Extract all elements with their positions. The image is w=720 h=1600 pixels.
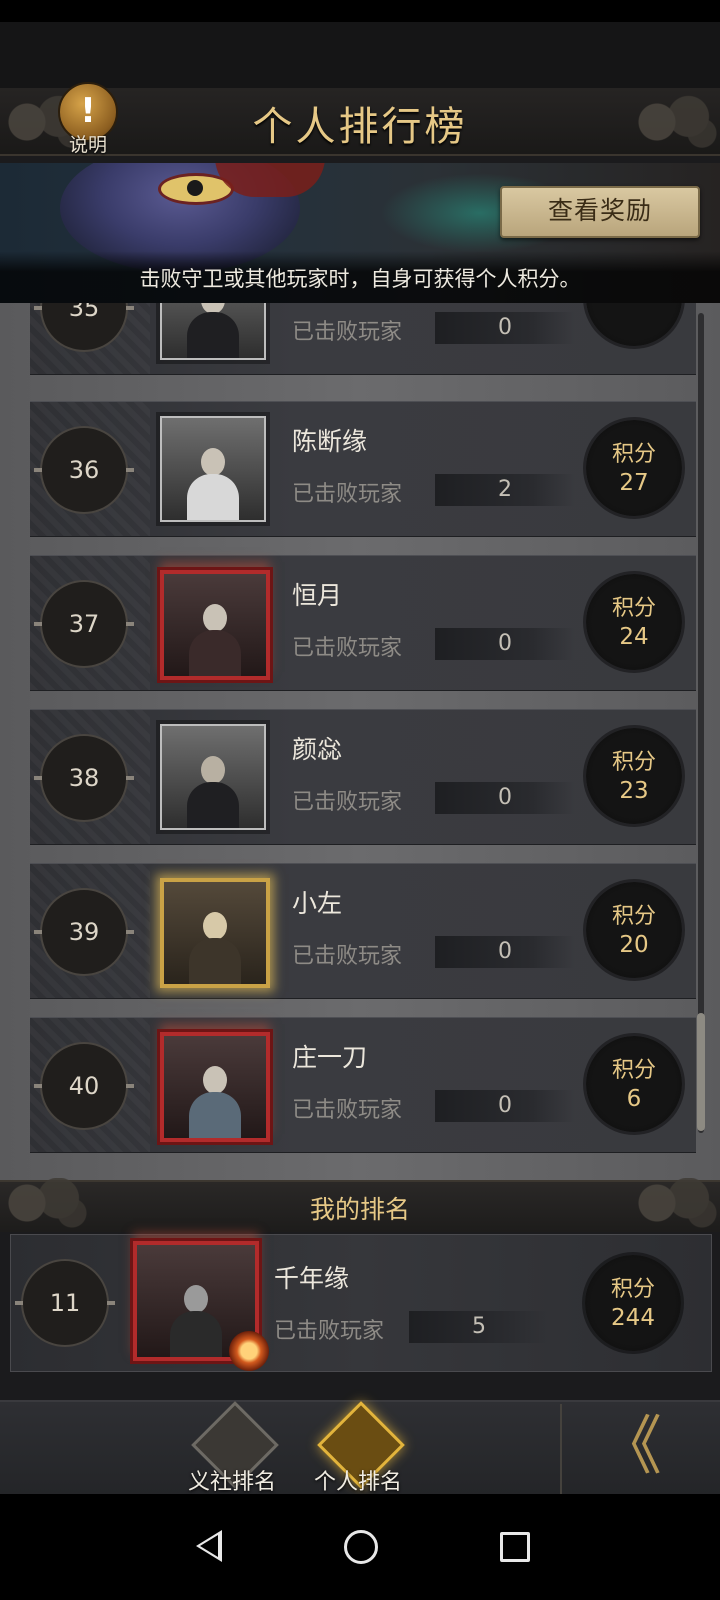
score-label: 积分 xyxy=(610,1277,655,1302)
ranking-row[interactable]: 37 恒月 已击败玩家 0 积分 24 xyxy=(30,555,696,691)
score-badge: 积分 24 xyxy=(586,574,682,670)
cloud-ornament-right xyxy=(630,1178,720,1228)
player-name: 陈断缘 xyxy=(292,427,368,456)
rank-badge: 40 xyxy=(34,1042,134,1130)
rank-badge: 38 xyxy=(34,734,134,822)
rank-badge: 37 xyxy=(34,580,134,668)
defeat-label: 已击败玩家 xyxy=(292,482,403,507)
player-avatar xyxy=(160,878,270,988)
my-rank-row: 11 千年缘 已击败玩家 5 积分 244 xyxy=(10,1234,712,1372)
score-value: 24 xyxy=(619,624,649,650)
player-name: 小左 xyxy=(292,889,343,918)
tab-label: 义社排名 xyxy=(187,1470,276,1495)
back-button[interactable]: 《 xyxy=(560,1404,720,1494)
score-value: 6 xyxy=(626,1086,642,1112)
system-navigation-bar xyxy=(0,1494,720,1600)
system-back-button[interactable] xyxy=(178,1516,238,1576)
defeat-count: 0 xyxy=(435,1090,575,1122)
circle-home-icon xyxy=(344,1530,378,1564)
player-name: 颜惢 xyxy=(292,735,343,764)
score-badge: 积分 27 xyxy=(586,420,682,516)
score-badge: 积分 6 xyxy=(586,1036,682,1132)
defeat-label: 已击败玩家 xyxy=(292,944,403,969)
banner-description: 击败守卫或其他玩家时，自身可获得个人积分。 xyxy=(139,267,581,291)
tab-guild-ranking[interactable]: 义社排名 xyxy=(172,1401,292,1496)
scrollbar-thumb[interactable] xyxy=(697,1013,705,1131)
score-label: 积分 xyxy=(611,596,656,621)
triangle-back-icon xyxy=(196,1530,222,1562)
square-recents-icon xyxy=(500,1532,530,1562)
tab-label: 个人排名 xyxy=(313,1470,402,1495)
my-rank-header: 我的排名 xyxy=(0,1178,720,1232)
scrollbar-track[interactable] xyxy=(698,313,704,1133)
defeat-count: 5 xyxy=(409,1311,549,1343)
tab-personal-ranking[interactable]: 个人排名 xyxy=(298,1401,418,1496)
score-value: 20 xyxy=(619,932,649,958)
defeat-count: 2 xyxy=(435,474,575,506)
player-avatar xyxy=(160,724,266,830)
defeat-count: 0 xyxy=(435,312,575,344)
score-label: 积分 xyxy=(611,750,656,775)
ranking-row[interactable]: 38 颜惢 已击败玩家 0 积分 23 xyxy=(30,709,696,845)
score-label: 积分 xyxy=(611,1058,656,1083)
system-recents-button[interactable] xyxy=(484,1516,544,1576)
rank-badge: 36 xyxy=(34,426,134,514)
double-chevron-left-icon: 《 xyxy=(598,1410,662,1484)
ranking-row[interactable]: 35 已击败玩家 0 30 xyxy=(30,303,696,375)
score-value: 23 xyxy=(619,778,649,804)
view-rewards-button[interactable]: 查看奖励 xyxy=(500,186,700,238)
defeat-label: 已击败玩家 xyxy=(292,320,403,345)
info-button-label: 说明 xyxy=(68,134,107,156)
defeat-count: 0 xyxy=(435,782,575,814)
lantern-icon xyxy=(229,1331,269,1371)
player-avatar xyxy=(133,1241,269,1371)
defeat-label: 已击败玩家 xyxy=(292,636,403,661)
player-avatar xyxy=(160,416,266,522)
score-value: 244 xyxy=(611,1305,655,1331)
score-badge: 积分 23 xyxy=(586,728,682,824)
my-rank-title: 我的排名 xyxy=(309,1195,410,1224)
score-value: 27 xyxy=(619,470,649,496)
system-home-button[interactable] xyxy=(330,1516,390,1576)
ranking-row[interactable]: 39 小左 已击败玩家 0 积分 20 xyxy=(30,863,696,999)
cloud-ornament-right xyxy=(630,94,720,150)
defeat-count: 0 xyxy=(435,936,575,968)
rank-badge: 11 xyxy=(15,1259,115,1347)
status-bar xyxy=(0,0,720,22)
score-badge: 积分 244 xyxy=(585,1255,681,1351)
rank-badge: 35 xyxy=(34,303,134,352)
rank-badge: 39 xyxy=(34,888,134,976)
defeat-count: 0 xyxy=(435,628,575,660)
defeat-label: 已击败玩家 xyxy=(292,790,403,815)
score-label: 积分 xyxy=(611,442,656,467)
player-name: 千年缘 xyxy=(274,1264,350,1293)
ranking-row[interactable]: 40 庄一刀 已击败玩家 0 积分 6 xyxy=(30,1017,696,1153)
player-name: 恒月 xyxy=(292,581,343,610)
player-avatar xyxy=(160,303,266,360)
score-badge: 积分 20 xyxy=(586,882,682,978)
info-button[interactable]: ! 说明 xyxy=(52,82,124,158)
defeat-label: 已击败玩家 xyxy=(274,1319,385,1344)
ranking-list[interactable]: 35 已击败玩家 0 30 36 陈断缘 已击败玩家 2 积分 27 37 恒月… xyxy=(0,303,720,1183)
player-name: 庄一刀 xyxy=(292,1043,368,1072)
score-badge: 30 xyxy=(586,303,682,346)
player-avatar xyxy=(160,570,270,680)
defeat-label: 已击败玩家 xyxy=(292,1098,403,1123)
ranking-row[interactable]: 36 陈断缘 已击败玩家 2 积分 27 xyxy=(30,401,696,537)
score-label: 积分 xyxy=(611,904,656,929)
player-avatar xyxy=(160,1032,270,1142)
